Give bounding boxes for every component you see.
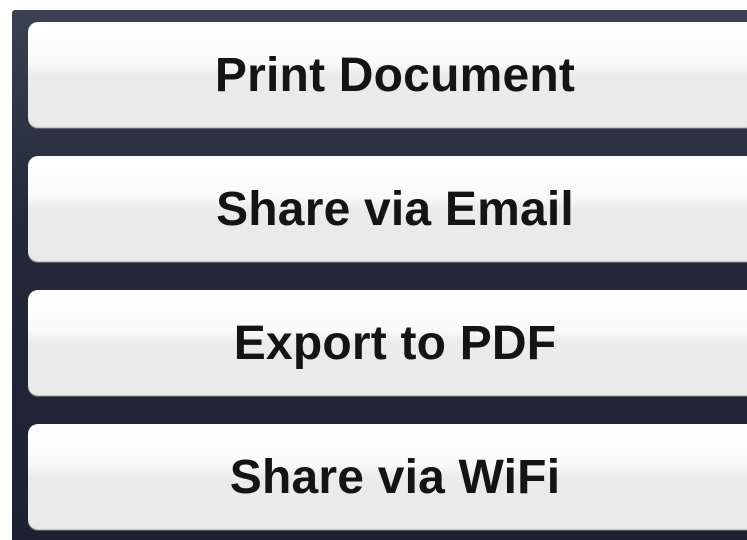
export-to-pdf-label: Export to PDF	[233, 316, 557, 370]
share-via-wifi-button[interactable]: Share via WiFi	[28, 424, 747, 530]
export-to-pdf-button[interactable]: Export to PDF	[28, 290, 747, 396]
share-via-wifi-label: Share via WiFi	[229, 450, 561, 504]
share-via-email-label: Share via Email	[216, 182, 574, 236]
action-sheet: Print Document Share via Email Export to…	[12, 10, 747, 540]
print-document-label: Print Document	[214, 48, 576, 102]
share-via-email-button[interactable]: Share via Email	[28, 156, 747, 262]
print-document-button[interactable]: Print Document	[28, 22, 747, 128]
